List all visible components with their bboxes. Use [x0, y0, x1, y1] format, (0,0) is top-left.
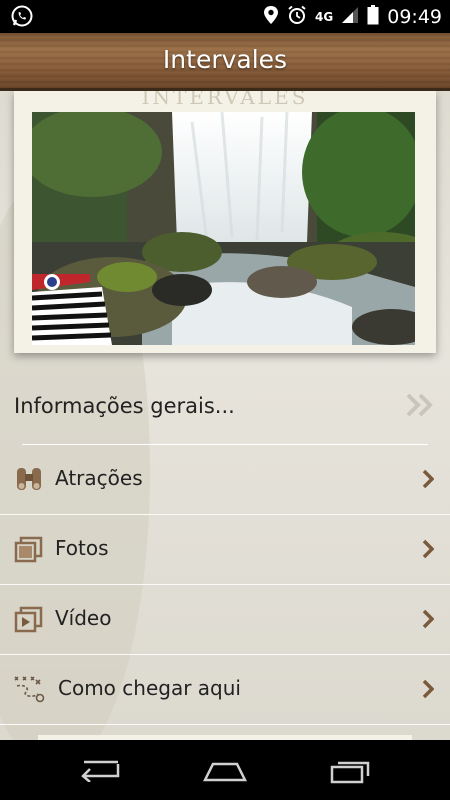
route-map-icon: [12, 674, 48, 704]
location-icon: [263, 5, 279, 29]
app-header: Intervales: [0, 33, 450, 91]
whatsapp-icon: [10, 4, 34, 32]
menu-item-label: Vídeo: [55, 606, 112, 630]
clock: 09:49: [387, 5, 442, 28]
menu-item-atracoes[interactable]: Atrações: [0, 445, 450, 515]
photo-carousel[interactable]: INTERVALES: [14, 91, 436, 353]
menu-item-label: Como chegar aqui: [58, 676, 241, 700]
signal-icon: [341, 6, 359, 28]
chevron-right-icon: [422, 539, 435, 563]
photos-icon: [14, 534, 44, 564]
waterfall-photo[interactable]: [32, 112, 415, 345]
binoculars-icon: [14, 464, 44, 494]
main-content: INTERVALES Informações gerais... Atraçõe…: [0, 91, 450, 740]
back-icon[interactable]: [78, 758, 122, 786]
menu-item-video[interactable]: Vídeo: [0, 585, 450, 655]
battery-icon: [367, 4, 379, 29]
chevron-right-icon: [422, 679, 435, 703]
status-bar: 4G 09:49: [0, 0, 450, 33]
menu-item-label: Fotos: [55, 536, 109, 560]
network-type: 4G: [315, 9, 334, 24]
system-navigation-bar: [0, 740, 450, 800]
page-title: Intervales: [162, 45, 288, 74]
general-info-label: Informações gerais...: [14, 394, 235, 418]
menu-item-label: Atrações: [55, 466, 143, 490]
menu-item-fotos[interactable]: Fotos: [0, 515, 450, 585]
double-chevron-right-icon: [406, 393, 436, 420]
card-heading: INTERVALES: [141, 91, 309, 109]
general-info-row[interactable]: Informações gerais...: [0, 374, 450, 440]
video-icon: [14, 604, 44, 634]
home-icon[interactable]: [201, 758, 249, 788]
recent-apps-icon[interactable]: [330, 758, 372, 788]
alarm-icon: [287, 5, 307, 29]
chevron-right-icon: [422, 469, 435, 493]
chevron-right-icon: [422, 609, 435, 633]
menu-item-como-chegar[interactable]: Como chegar aqui: [0, 655, 450, 725]
carousel-dots: [32, 338, 415, 345]
